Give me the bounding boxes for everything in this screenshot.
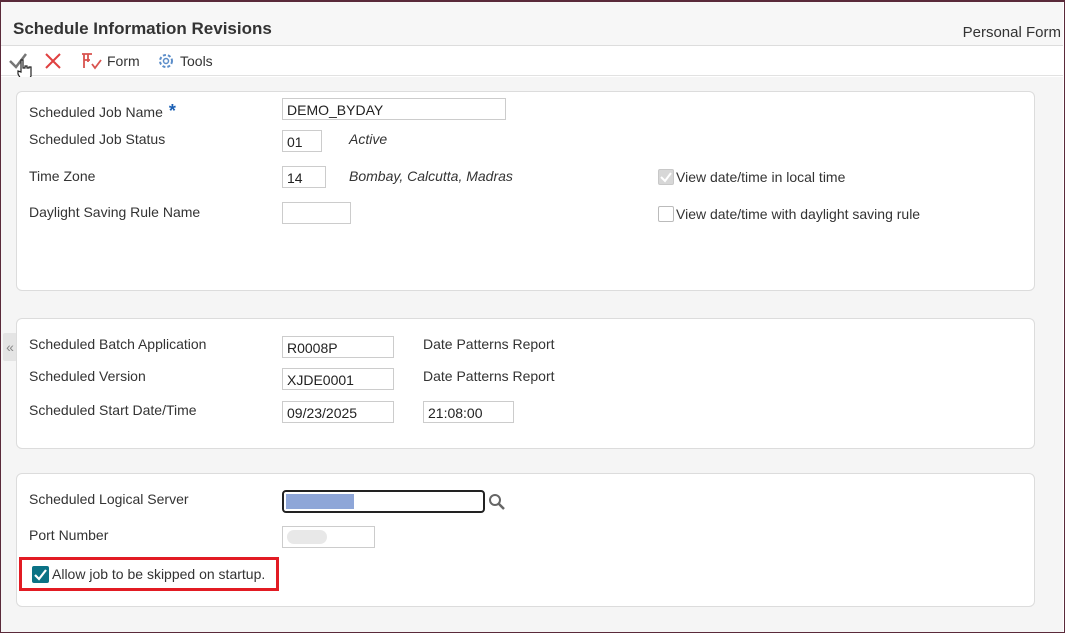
skip-on-startup-label: Allow job to be skipped on startup. xyxy=(52,566,266,582)
time-zone-input[interactable]: 14 xyxy=(282,166,326,188)
port-number-input[interactable] xyxy=(282,526,375,548)
title-bar: Schedule Information Revisions Personal … xyxy=(1,2,1063,46)
required-star-icon: * xyxy=(168,101,176,121)
job-status-label: Scheduled Job Status xyxy=(29,131,166,147)
logical-server-label: Scheduled Logical Server xyxy=(29,491,189,507)
start-time-input[interactable]: 21:08:00 xyxy=(423,401,514,423)
batch-app-desc: Date Patterns Report xyxy=(423,336,555,352)
dst-view-label: View date/time with daylight saving rule xyxy=(676,206,921,222)
batch-app-label: Scheduled Batch Application xyxy=(29,336,207,352)
tools-menu[interactable]: Tools xyxy=(156,51,213,71)
job-info-panel: Scheduled Job Name * DEMO_BYDAY Scheduled… xyxy=(16,91,1035,291)
start-date-input[interactable]: 09/23/2025 xyxy=(282,401,394,423)
job-name-input[interactable]: DEMO_BYDAY xyxy=(282,98,506,120)
dst-view-checkbox[interactable] xyxy=(658,206,674,222)
cancel-button[interactable] xyxy=(43,51,63,71)
version-input[interactable]: XJDE0001 xyxy=(282,368,394,390)
form-menu[interactable]: Form xyxy=(79,51,140,71)
time-zone-label: Time Zone xyxy=(29,168,96,184)
job-status-input[interactable]: 01 xyxy=(282,130,322,152)
logical-server-input[interactable] xyxy=(282,490,485,513)
batch-app-input[interactable]: R0008P xyxy=(282,336,394,358)
local-time-checkbox[interactable] xyxy=(658,169,674,185)
search-icon[interactable] xyxy=(487,492,507,512)
blurred-port-value xyxy=(287,530,327,544)
version-label: Scheduled Version xyxy=(29,368,146,384)
selected-text-highlight xyxy=(286,494,354,509)
close-icon xyxy=(45,53,61,69)
collapse-panel-handle[interactable]: « xyxy=(3,333,17,361)
form-icon xyxy=(82,53,102,70)
dst-rule-input[interactable] xyxy=(282,202,351,224)
tools-menu-label: Tools xyxy=(180,53,213,69)
dst-rule-label: Daylight Saving Rule Name xyxy=(29,204,201,220)
skip-on-startup-checkbox[interactable] xyxy=(32,566,49,583)
time-zone-desc: Bombay, Calcutta, Madras xyxy=(349,168,513,184)
version-desc: Date Patterns Report xyxy=(423,368,555,384)
job-name-label: Scheduled Job Name * xyxy=(29,101,176,121)
form-menu-label: Form xyxy=(107,53,140,69)
port-number-label: Port Number xyxy=(29,527,109,543)
job-status-desc: Active xyxy=(349,131,388,147)
page-title: Schedule Information Revisions xyxy=(13,19,272,38)
toolbar: Form Tools xyxy=(1,46,1063,82)
skip-option-highlight: Allow job to be skipped on startup. xyxy=(19,557,279,591)
local-time-label: View date/time in local time xyxy=(676,169,846,185)
gear-icon xyxy=(159,54,173,68)
checkmark-icon xyxy=(34,569,47,581)
personal-form-menu[interactable]: Personal Form xyxy=(963,24,1061,41)
batch-info-panel: Scheduled Batch Application R0008P Date … xyxy=(16,318,1035,449)
checkmark-icon xyxy=(660,172,672,183)
start-datetime-label: Scheduled Start Date/Time xyxy=(29,402,197,418)
